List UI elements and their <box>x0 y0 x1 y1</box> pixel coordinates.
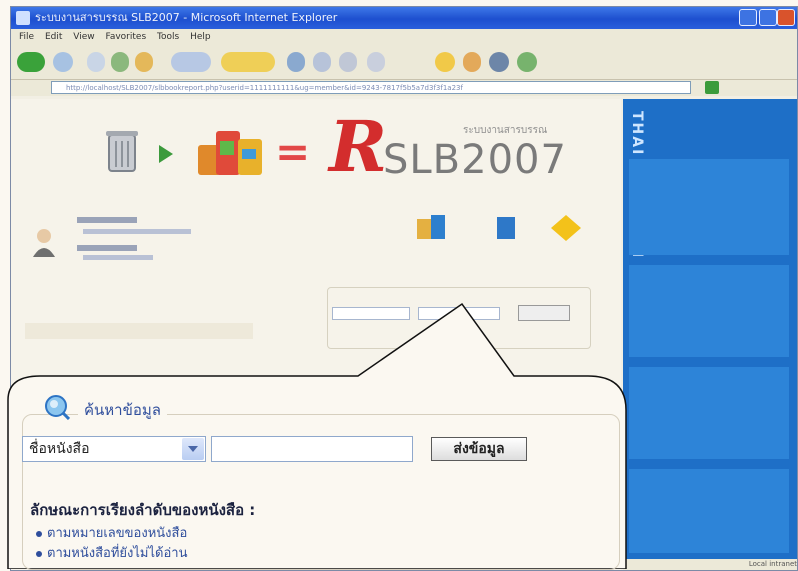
maximize-button[interactable] <box>759 9 777 26</box>
search-title: ค้นหาข้อมูล <box>78 398 167 422</box>
mail-icon[interactable] <box>313 52 331 72</box>
toolbar-icon[interactable] <box>489 52 509 72</box>
logo-subtitle: ระบบงานสารบรรณ <box>463 125 548 136</box>
submit-button[interactable]: ส่งข้อมูล <box>431 437 527 461</box>
order-link-unread[interactable]: ตามหนังสือที่ยังไม่ได้อ่าน <box>36 542 187 563</box>
order-title: ลักษณะการเรียงลำดับของหนังสือ : <box>30 501 256 519</box>
menu-file[interactable]: File <box>19 29 34 45</box>
close-button[interactable] <box>777 9 795 26</box>
logo-text: SLB2007 <box>383 137 567 183</box>
trash-bin-icon <box>106 131 138 172</box>
title-bar: ระบบงานสารบรรณ SLB2007 - Microsoft Inter… <box>11 7 797 29</box>
panel-block <box>629 159 789 255</box>
edit-icon[interactable] <box>367 52 385 72</box>
address-bar: http://localhost/SLB2007/slbbookreport.p… <box>11 80 797 96</box>
go-icon[interactable] <box>705 81 719 94</box>
recycled-cans-icon <box>198 131 262 175</box>
browser-toolbar <box>11 45 797 80</box>
back-button[interactable] <box>17 52 45 72</box>
panel-block <box>629 469 789 553</box>
logo-r-mark: R <box>329 105 388 188</box>
forward-button[interactable] <box>53 52 73 72</box>
favorites-button[interactable] <box>221 52 275 72</box>
menu-edit[interactable]: Edit <box>45 29 62 45</box>
zoomed-search-panel: ค้นหาข้อมูล ชื่อหนังสือ ส่งข้อมูล ลักษณะ… <box>8 380 626 570</box>
report-icon[interactable] <box>417 215 447 241</box>
user-avatar-icon <box>33 229 55 257</box>
menu-help[interactable]: Help <box>190 29 211 45</box>
user-info-line <box>83 229 191 234</box>
user-info-line <box>77 245 137 251</box>
ie-icon <box>16 11 30 25</box>
order-link-by-number[interactable]: ตามหมายเลขของหนังสือ <box>36 522 187 543</box>
equals-sign: = <box>275 127 311 176</box>
messenger-icon[interactable] <box>435 52 455 72</box>
search-input[interactable] <box>211 436 413 462</box>
menu-favorites[interactable]: Favorites <box>105 29 146 45</box>
toolbar-icon-2[interactable] <box>517 52 537 72</box>
panel-block <box>629 367 789 459</box>
home-icon[interactable] <box>135 52 153 72</box>
refresh-icon[interactable] <box>111 52 129 72</box>
document-icon[interactable] <box>491 217 521 243</box>
print-icon[interactable] <box>339 52 357 72</box>
search-icon <box>45 395 70 420</box>
search-input-small[interactable] <box>418 307 500 320</box>
search-field-select-value: ชื่อหนังสือ <box>29 441 90 457</box>
warning-icon[interactable] <box>551 215 581 241</box>
research-icon[interactable] <box>463 52 481 72</box>
order-link-label: ตามหนังสือที่ยังไม่ได้อ่าน <box>47 546 188 561</box>
chevron-down-icon[interactable] <box>182 438 204 460</box>
notice-bar <box>25 323 253 339</box>
history-icon[interactable] <box>287 52 305 72</box>
user-info-line <box>77 217 137 223</box>
panel-block <box>629 265 789 357</box>
search-button[interactable] <box>171 52 211 72</box>
bullet-icon <box>36 530 42 537</box>
order-link-label: ตามหมายเลขของหนังสือ <box>47 526 188 541</box>
right-side-panel: THAI AUSTRIAN <box>623 99 797 559</box>
search-field-select[interactable]: ชื่อหนังสือ <box>22 436 206 462</box>
bullet-icon <box>36 550 42 557</box>
menu-view[interactable]: View <box>73 29 94 45</box>
search-panel-small <box>327 287 591 349</box>
user-info-line <box>83 255 153 260</box>
stop-icon[interactable] <box>87 52 105 72</box>
window-title: ระบบงานสารบรรณ SLB2007 - Microsoft Inter… <box>35 11 338 24</box>
status-bar: Local intranet <box>623 559 797 570</box>
submit-button-small[interactable] <box>518 305 570 321</box>
minimize-button[interactable] <box>739 9 757 26</box>
arrow-right-icon <box>159 145 173 163</box>
menu-tools[interactable]: Tools <box>157 29 179 45</box>
address-field[interactable]: http://localhost/SLB2007/slbbookreport.p… <box>51 81 691 94</box>
search-select-small[interactable] <box>332 307 410 320</box>
menu-bar: File Edit View Favorites Tools Help <box>11 29 797 45</box>
